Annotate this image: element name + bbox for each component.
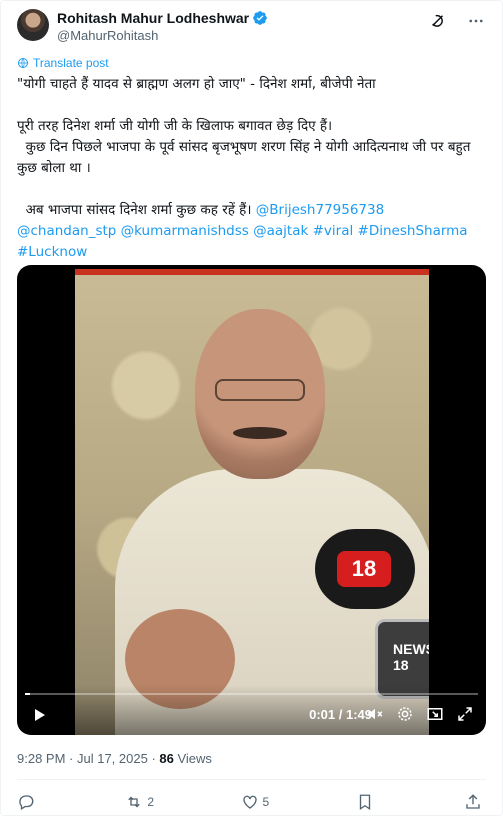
- translate-post-link[interactable]: Translate post: [17, 56, 109, 70]
- tweet-meta: 9:28 PM · Jul 17, 2025 · 86 Views: [17, 751, 212, 766]
- hashtag-link[interactable]: #viral: [313, 223, 354, 239]
- video-player[interactable]: 18 NEWS 18 0:01 / 1:49: [17, 265, 486, 735]
- translate-label[interactable]: Translate post: [33, 56, 109, 70]
- like-count: 5: [262, 795, 270, 809]
- hashtag-link[interactable]: #DineshSharma: [358, 223, 468, 239]
- like-button[interactable]: 5: [241, 793, 270, 811]
- repost-icon: [128, 796, 141, 808]
- verified-badge-icon: [253, 11, 267, 25]
- play-icon: [35, 709, 45, 721]
- translate-icon: [18, 58, 28, 68]
- author-name-row[interactable]: Rohitash Mahur Lodheshwar: [57, 10, 268, 26]
- hashtag-link[interactable]: #Lucknow: [17, 244, 87, 260]
- settings-icon[interactable]: [396, 705, 414, 723]
- share-button[interactable]: [464, 793, 486, 811]
- mute-icon[interactable]: [366, 705, 384, 723]
- video-control-icons: [366, 705, 474, 723]
- tweet-header: Rohitash Mahur Lodheshwar @MahurRohitash: [17, 7, 486, 47]
- repost-count: 2: [147, 795, 155, 809]
- bookmark-button[interactable]: [356, 793, 378, 811]
- reply-button[interactable]: [17, 793, 39, 811]
- video-channel-logo: 18: [337, 551, 391, 587]
- tweet-line-1: "योगी चाहते हैं यादव से ब्राह्मण अलग हो …: [17, 76, 376, 92]
- video-time: 0:01 / 1:49: [309, 707, 372, 722]
- header-actions: [428, 11, 486, 31]
- bookmark-icon: [359, 794, 370, 811]
- pip-icon[interactable]: [426, 705, 444, 723]
- share-icon: [466, 794, 480, 809]
- tweet-line-4: अब भाजपा सांसद दिनेश शर्मा कुछ कह रहें ह…: [17, 202, 252, 218]
- video-mic-label: NEWS 18: [393, 641, 429, 673]
- tweet-time[interactable]: 9:28 PM: [17, 751, 65, 766]
- fullscreen-icon[interactable]: [456, 705, 474, 723]
- author-handle[interactable]: @MahurRohitash: [57, 28, 158, 43]
- video-progress-fill: [25, 693, 30, 695]
- mention-link[interactable]: @Brijesh77956738: [256, 202, 384, 218]
- tweet-date[interactable]: Jul 17, 2025: [77, 751, 148, 766]
- tweet-body: "योगी चाहते हैं यादव से ब्राह्मण अलग हो …: [17, 74, 489, 263]
- mention-link[interactable]: @kumarmanishdss: [121, 223, 249, 239]
- mention-link[interactable]: @aajtak: [253, 223, 308, 239]
- grok-icon[interactable]: [428, 11, 448, 31]
- video-progress-bar[interactable]: [25, 693, 478, 695]
- video-person-glasses: [215, 379, 305, 401]
- heart-icon: [242, 795, 257, 809]
- video-topbar: [75, 269, 429, 275]
- tweet-line-3: कुछ दिन पिछले भाजपा के पूर्व सांसद बृजभू…: [17, 139, 475, 176]
- avatar[interactable]: [17, 9, 49, 41]
- video-frame[interactable]: 18 NEWS 18: [75, 269, 429, 735]
- more-options-icon[interactable]: [466, 11, 486, 31]
- mention-link[interactable]: @chandan_stp: [17, 223, 116, 239]
- tweet-actions: 2 5: [17, 791, 486, 813]
- video-person-mustache: [233, 427, 287, 439]
- meta-separator: ·: [65, 751, 77, 766]
- tweet-card: Rohitash Mahur Lodheshwar @MahurRohitash…: [0, 0, 503, 816]
- repost-button[interactable]: 2: [125, 793, 154, 811]
- play-button[interactable]: [29, 705, 49, 725]
- divider: [17, 779, 486, 780]
- video-controls: 0:01 / 1:49: [17, 685, 486, 735]
- meta-separator: ·: [147, 751, 160, 766]
- views-label: Views: [177, 751, 212, 766]
- tweet-line-2: पूरी तरह दिनेश शर्मा जी योगी जी के खिलाफ…: [17, 118, 333, 134]
- reply-icon: [19, 795, 34, 810]
- views-count: 86: [159, 751, 174, 766]
- author-display-name[interactable]: Rohitash Mahur Lodheshwar: [57, 10, 249, 26]
